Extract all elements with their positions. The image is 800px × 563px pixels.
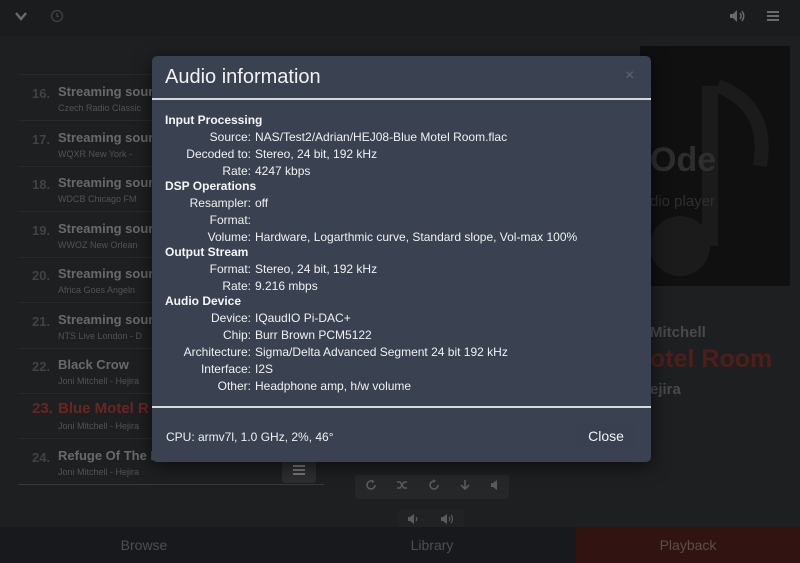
section-audio-device: Audio Device xyxy=(165,294,242,308)
source-value: NAS/Test2/Adrian/HEJ08-Blue Motel Room.f… xyxy=(255,130,508,144)
output-rate-value: 9.216 mbps xyxy=(255,279,318,293)
input-rate-label: Rate: xyxy=(222,164,251,178)
close-icon[interactable]: × xyxy=(625,68,634,84)
close-button[interactable]: Close xyxy=(577,422,635,450)
dsp-format-label: Format: xyxy=(209,213,251,227)
modal-title: Audio information xyxy=(165,66,321,88)
source-label: Source: xyxy=(209,130,251,144)
output-format-label: Format: xyxy=(209,262,251,276)
chip-label: Chip: xyxy=(222,328,251,342)
other-label: Other: xyxy=(217,379,251,393)
resampler-value: off xyxy=(255,196,269,210)
cpu-info: CPU: armv7l, 1.0 GHz, 2%, 46° xyxy=(166,430,334,444)
section-output-stream: Output Stream xyxy=(165,245,249,259)
chip-value: Burr Brown PCM5122 xyxy=(255,328,372,342)
section-dsp-operations: DSP Operations xyxy=(165,179,257,193)
volume-value: Hardware, Logarthmic curve, Standard slo… xyxy=(255,230,578,244)
volume-label: Volume: xyxy=(207,230,251,244)
modal-divider xyxy=(152,98,651,100)
output-format-value: Stereo, 24 bit, 192 kHz xyxy=(255,262,378,276)
architecture-label: Architecture: xyxy=(183,345,251,359)
device-value: IQaudIO Pi-DAC+ xyxy=(255,311,351,325)
device-label: Device: xyxy=(210,311,251,325)
section-input-processing: Input Processing xyxy=(165,113,263,127)
input-rate-value: 4247 kbps xyxy=(255,164,311,178)
modal-footer-divider xyxy=(152,406,651,408)
architecture-value: Sigma/Delta Advanced Segment 24 bit 192 … xyxy=(255,345,508,359)
interface-label: Interface: xyxy=(200,362,251,376)
interface-value: I2S xyxy=(255,362,274,376)
resampler-label: Resampler: xyxy=(189,196,251,210)
decoded-label: Decoded to: xyxy=(186,147,251,161)
output-rate-label: Rate: xyxy=(222,279,251,293)
other-value: Headphone amp, h/w volume xyxy=(255,379,412,393)
audio-info-modal: Audio information × Input Processing Sou… xyxy=(152,56,651,462)
decoded-value: Stereo, 24 bit, 192 kHz xyxy=(255,147,378,161)
